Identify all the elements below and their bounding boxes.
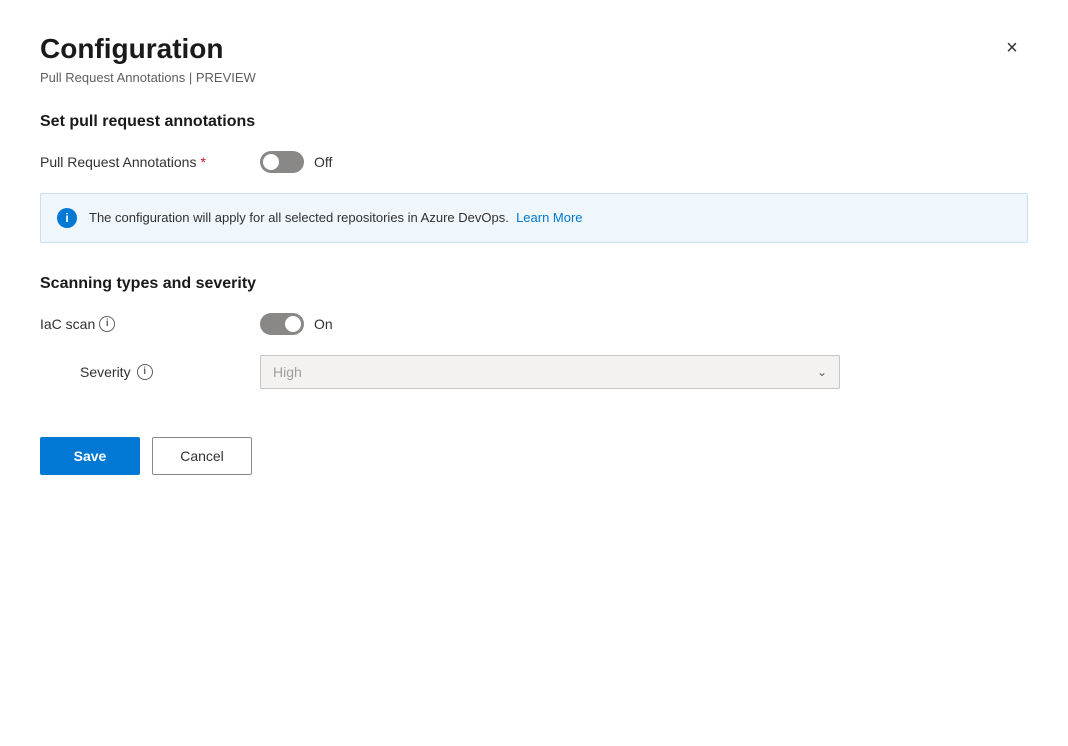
toggle-track-on [260,313,304,335]
pull-request-toggle[interactable] [260,151,304,173]
dialog-title: Configuration [40,32,256,66]
iac-scan-toggle-label: On [314,316,333,332]
dialog-subtitle: Pull Request Annotations | PREVIEW [40,70,256,85]
severity-label: Severity i [40,364,260,380]
pull-request-annotations-label: Pull Request Annotations * [40,154,260,170]
footer-actions: Save Cancel [40,437,1028,475]
section2: Scanning types and severity IaC scan i O… [40,275,1028,389]
learn-more-link[interactable]: Learn More [516,210,582,225]
iac-scan-info-icon[interactable]: i [99,316,115,332]
chevron-down-icon: ⌄ [817,365,827,379]
iac-scan-row: IaC scan i On [40,313,1028,335]
section1-title: Set pull request annotations [40,113,1028,131]
close-button[interactable]: × [996,32,1028,64]
severity-info-icon[interactable]: i [137,364,153,380]
iac-scan-label: IaC scan i [40,316,260,332]
info-banner: i The configuration will apply for all s… [40,193,1028,243]
info-banner-text: The configuration will apply for all sel… [89,210,583,225]
dialog-header: Configuration Pull Request Annotations |… [40,32,1028,85]
title-block: Configuration Pull Request Annotations |… [40,32,256,85]
toggle-thumb-off [263,154,279,170]
iac-scan-toggle-container: On [260,313,333,335]
configuration-dialog: Configuration Pull Request Annotations |… [0,0,1068,746]
severity-selected-value: High [273,364,302,380]
iac-scan-toggle[interactable] [260,313,304,335]
section2-title: Scanning types and severity [40,275,1028,293]
info-icon: i [57,208,77,228]
severity-dropdown-box[interactable]: High ⌄ [260,355,840,389]
save-button[interactable]: Save [40,437,140,475]
severity-dropdown[interactable]: High ⌄ [260,355,840,389]
pull-request-toggle-container: Off [260,151,332,173]
severity-row: Severity i High ⌄ [40,355,1028,389]
toggle-track-off [260,151,304,173]
pull-request-annotations-row: Pull Request Annotations * Off [40,151,1028,173]
required-indicator: * [200,154,205,170]
pull-request-toggle-label: Off [314,154,332,170]
section1: Set pull request annotations Pull Reques… [40,113,1028,243]
cancel-button[interactable]: Cancel [152,437,252,475]
toggle-thumb-on [285,316,301,332]
